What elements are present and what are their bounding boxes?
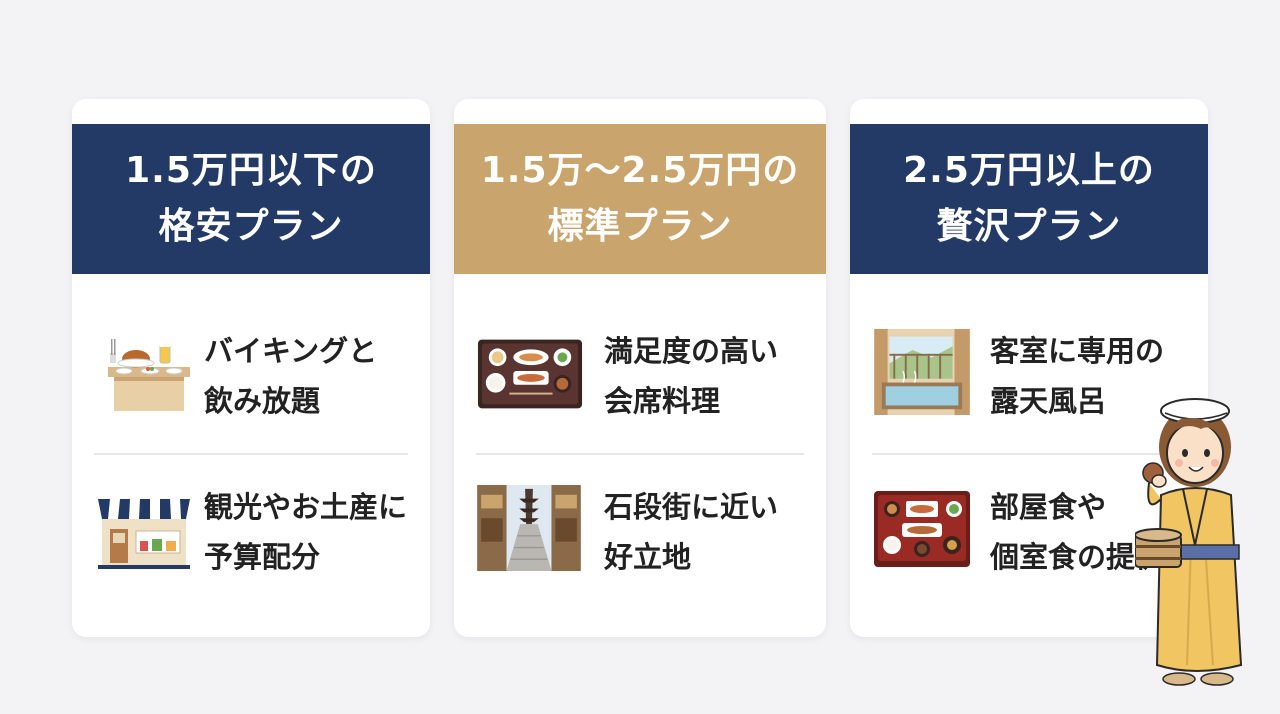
plan-title-line1: 2.5万円以上の	[903, 150, 1155, 191]
kaiseki-tray-icon	[477, 339, 583, 409]
room-dining-tray-icon	[874, 491, 970, 567]
feature-text: 観光やお土産に 予算配分	[204, 490, 408, 574]
yukata-woman-icon	[1135, 398, 1243, 686]
plan-title-line2: 格安プラン	[158, 206, 344, 247]
plan-header-budget: 1.5万円以下の 格安プラン	[72, 124, 430, 274]
plan-header-standard: 1.5万〜2.5万円の 標準プラン	[454, 124, 826, 274]
feature-text: バイキングと 飲み放題	[204, 334, 378, 418]
buffet-table-icon	[108, 339, 190, 411]
stone-street-icon	[477, 485, 581, 571]
divider	[94, 453, 408, 455]
feature-item: バイキングと 飲み放題	[72, 329, 430, 429]
plan-header-luxury: 2.5万円以上の 贅沢プラン	[850, 124, 1208, 274]
feature-item: 観光やお土産に 予算配分	[72, 485, 430, 585]
plan-card-budget: 1.5万円以下の 格安プラン バイキングと 飲み放題 観光やお土産に 予算配分	[72, 99, 430, 637]
plan-title-line2: 贅沢プラン	[936, 206, 1122, 247]
plan-card-standard: 1.5万〜2.5万円の 標準プラン 満足度の高い 会席料理 石段街に近い 好立地	[454, 99, 826, 637]
feature-item: 満足度の高い 会席料理	[454, 329, 826, 429]
divider	[476, 453, 804, 455]
open-air-bath-icon	[874, 329, 970, 415]
plan-title-line1: 1.5万〜2.5万円の	[480, 150, 800, 191]
souvenir-shop-icon	[98, 499, 190, 569]
feature-item: 石段街に近い 好立地	[454, 485, 826, 585]
plan-title-line2: 標準プラン	[547, 206, 733, 247]
plan-title-line1: 1.5万円以下の	[125, 150, 377, 191]
feature-text: 満足度の高い 会席料理	[604, 334, 779, 418]
feature-text: 石段街に近い 好立地	[604, 490, 779, 574]
